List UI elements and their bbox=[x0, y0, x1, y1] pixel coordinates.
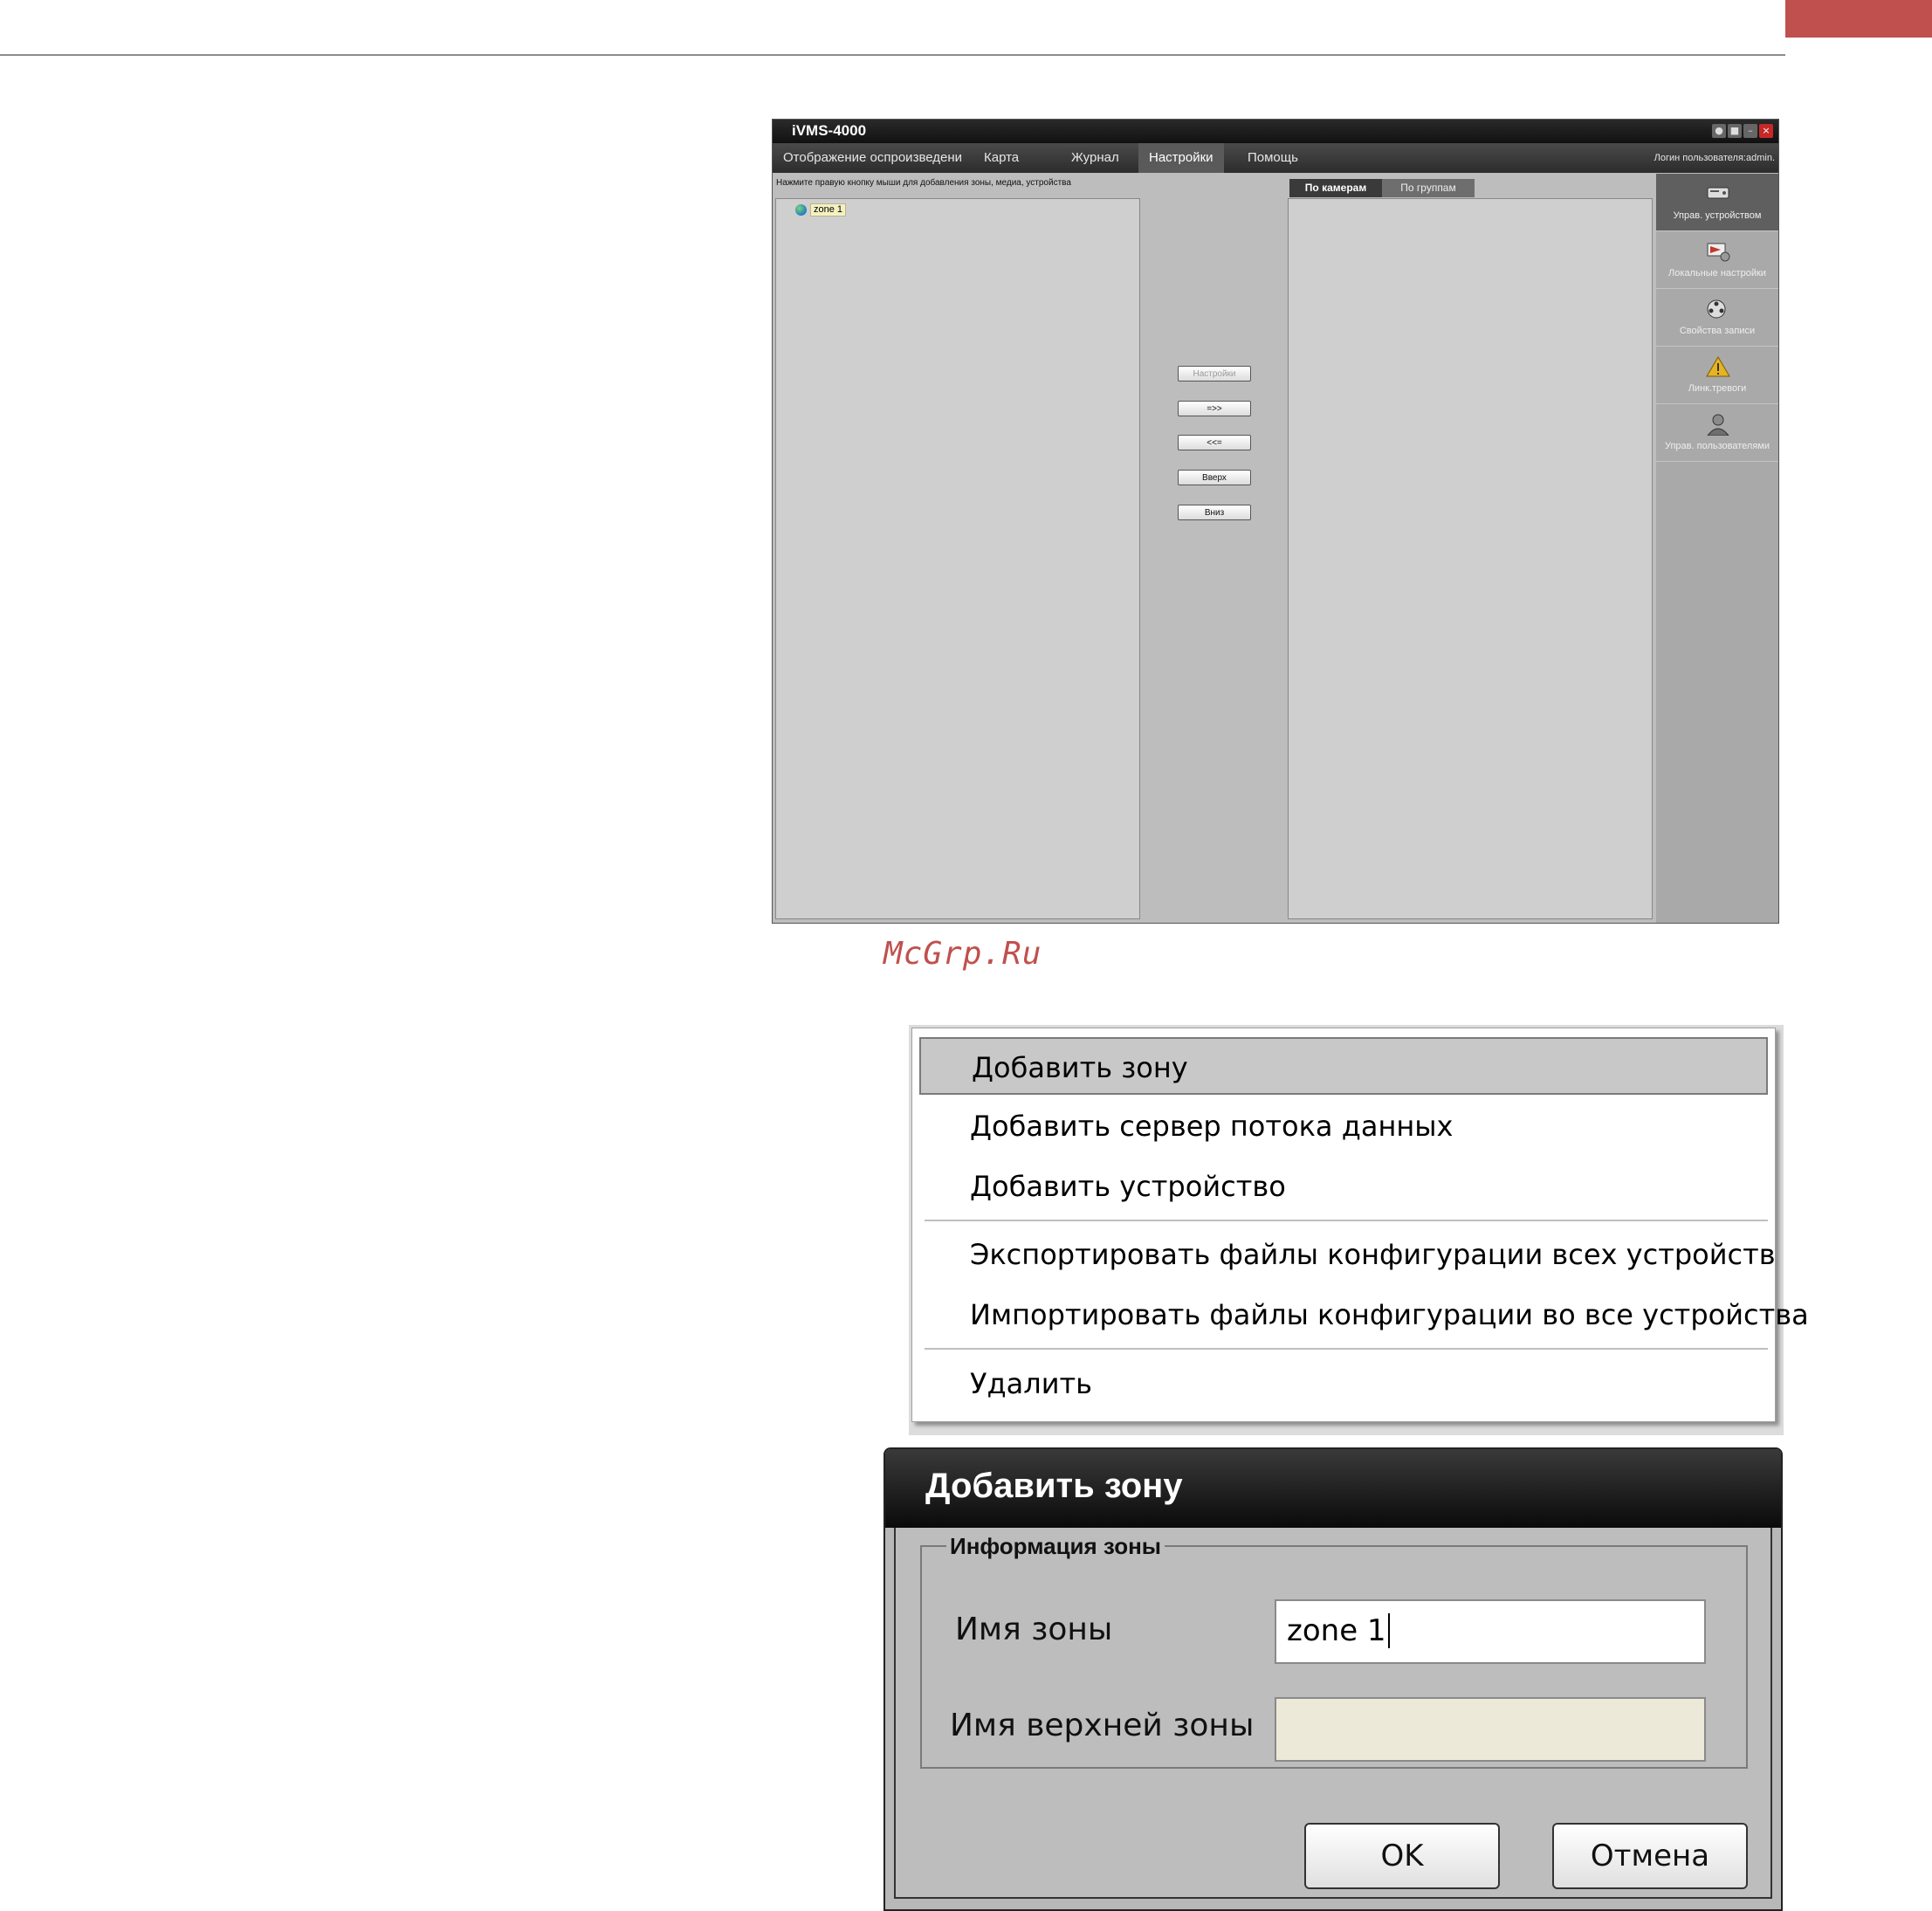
menu-item-import-config[interactable]: Импортировать файлы конфигурации во все … bbox=[919, 1286, 1809, 1344]
zone-name-value: zone 1 bbox=[1287, 1613, 1386, 1648]
ivms-titlebar: iVMS-4000 ● ■ – × bbox=[773, 120, 1778, 143]
text-cursor bbox=[1387, 1613, 1390, 1648]
move-down-button[interactable]: Вниз bbox=[1178, 505, 1251, 520]
side-item-record-properties[interactable]: Свойства записи bbox=[1656, 289, 1778, 347]
tree-node-label: zone 1 bbox=[810, 203, 847, 217]
menu-separator bbox=[925, 1348, 1768, 1350]
menu-item-add-stream-server[interactable]: Добавить сервер потока данных bbox=[919, 1097, 1768, 1155]
tab-by-cameras[interactable]: По камерам bbox=[1289, 179, 1382, 197]
record-properties-icon bbox=[1707, 299, 1726, 319]
login-info: Логин пользователя:admin. bbox=[1654, 153, 1775, 163]
add-zone-dialog: Добавить зону Информация зоны Имя зоны z… bbox=[883, 1447, 1783, 1911]
parent-zone-input[interactable] bbox=[1275, 1697, 1706, 1762]
user-icon[interactable]: ● bbox=[1712, 124, 1726, 138]
side-item-label: Свойства записи bbox=[1679, 326, 1756, 336]
page-top-rule bbox=[0, 54, 1785, 56]
move-up-button[interactable]: Вверх bbox=[1178, 470, 1251, 485]
minimize-icon[interactable]: – bbox=[1743, 124, 1757, 138]
ok-button[interactable]: OK bbox=[1304, 1823, 1500, 1889]
side-item-label: Линк.тревоги bbox=[1688, 383, 1747, 394]
lock-icon[interactable]: ■ bbox=[1728, 124, 1742, 138]
close-icon[interactable]: × bbox=[1759, 124, 1773, 138]
globe-icon bbox=[795, 203, 807, 216]
user-management-icon bbox=[1707, 414, 1729, 436]
menu-separator bbox=[925, 1220, 1768, 1221]
zone-name-label: Имя зоны bbox=[955, 1612, 1113, 1647]
hint-text: Нажмите правую кнопку мыши для добавлени… bbox=[776, 178, 1071, 188]
side-item-device-management[interactable]: Управ. устройством bbox=[1656, 174, 1778, 231]
side-item-label: Локальные настройки bbox=[1668, 268, 1766, 278]
move-right-button[interactable]: =>> bbox=[1178, 401, 1251, 416]
menu-item-add-zone[interactable]: Добавить зону bbox=[919, 1037, 1768, 1095]
menu-map[interactable]: Карта bbox=[973, 143, 1029, 173]
dialog-title: Добавить зону bbox=[925, 1467, 1183, 1505]
camera-list-panel[interactable] bbox=[1288, 198, 1653, 919]
menu-settings[interactable]: Настройки bbox=[1138, 143, 1224, 173]
alarm-link-icon bbox=[1706, 356, 1730, 377]
zone-info-legend: Информация зоны bbox=[946, 1533, 1165, 1560]
ivms-menubar: Отображение оспроизведени Карта Журнал Н… bbox=[773, 143, 1778, 173]
menu-item-add-device[interactable]: Добавить устройство bbox=[919, 1158, 1768, 1215]
ivms-window: iVMS-4000 ● ■ – × Отображение оспроизвед… bbox=[772, 119, 1779, 924]
context-menu-panel: Добавить зону Добавить сервер потока дан… bbox=[911, 1028, 1809, 1422]
context-menu: Добавить зону Добавить сервер потока дан… bbox=[909, 1025, 1809, 1435]
local-settings-icon bbox=[1707, 243, 1730, 262]
cancel-button[interactable]: Отмена bbox=[1552, 1823, 1748, 1889]
move-left-button[interactable]: <<= bbox=[1178, 435, 1251, 450]
side-item-user-management[interactable]: Управ. пользователями bbox=[1656, 404, 1778, 462]
menu-item-delete[interactable]: Удалить bbox=[919, 1355, 1768, 1413]
menu-help[interactable]: Помощь bbox=[1237, 143, 1309, 173]
settings-button[interactable]: Настройки bbox=[1178, 366, 1251, 382]
menu-item-export-config[interactable]: Экспортировать файлы конфигурации всех у… bbox=[919, 1226, 1776, 1283]
parent-zone-label: Имя верхней зоны bbox=[950, 1708, 1255, 1743]
side-nav: Управ. устройством Локальные настройки С… bbox=[1656, 174, 1778, 923]
side-item-label: Управ. пользователями bbox=[1664, 441, 1770, 451]
watermark: McGrp.Ru bbox=[883, 936, 1042, 972]
tab-by-groups[interactable]: По группам bbox=[1382, 179, 1475, 197]
side-item-local-settings[interactable]: Локальные настройки bbox=[1656, 231, 1778, 289]
page-corner-tab bbox=[1785, 0, 1932, 38]
dialog-titlebar: Добавить зону bbox=[885, 1449, 1781, 1528]
menu-playback[interactable]: Отображение оспроизведени bbox=[773, 143, 984, 173]
side-item-label: Управ. устройством bbox=[1673, 210, 1762, 221]
ivms-title: iVMS-4000 bbox=[792, 122, 867, 139]
side-item-alarm-link[interactable]: Линк.тревоги bbox=[1656, 347, 1778, 404]
device-management-icon bbox=[1707, 187, 1729, 199]
zone-tree-panel[interactable]: zone 1 bbox=[775, 198, 1140, 919]
zone-name-input[interactable]: zone 1 bbox=[1275, 1599, 1706, 1664]
menu-log[interactable]: Журнал bbox=[1061, 143, 1130, 173]
tree-node-zone[interactable]: zone 1 bbox=[795, 203, 847, 217]
